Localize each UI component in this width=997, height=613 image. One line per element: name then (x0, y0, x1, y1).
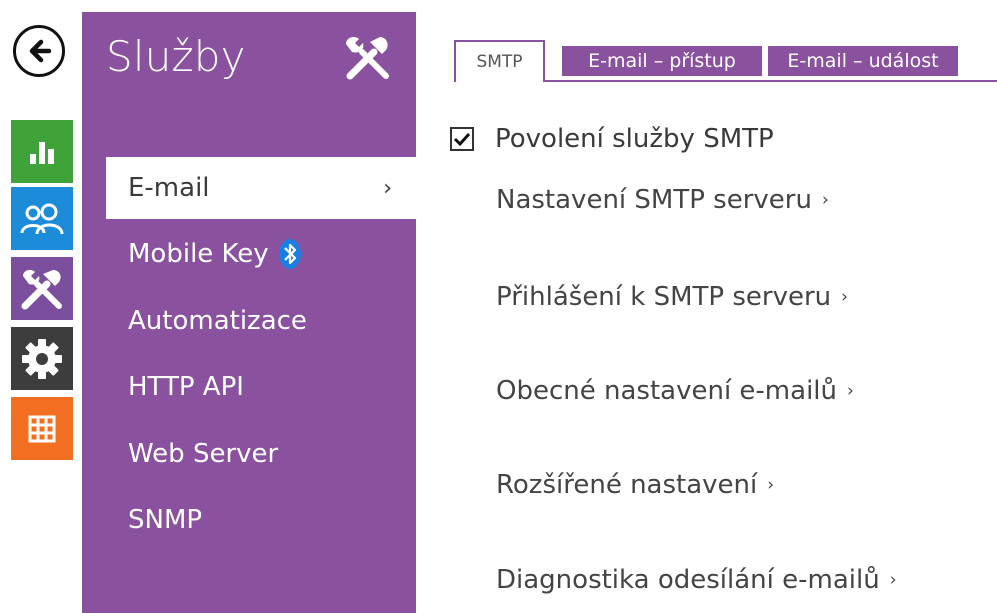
chevron-right-icon: › (847, 381, 854, 401)
section-label: Přihlášení k SMTP serveru (496, 282, 832, 312)
menu-item-mobile-key[interactable]: Mobile Key (82, 223, 416, 285)
status-chart-icon (30, 141, 54, 164)
tab-underline (545, 80, 997, 82)
menu-item-label: SNMP (128, 505, 203, 535)
chevron-right-icon: › (767, 475, 775, 495)
section-general-email[interactable]: Obecné nastavení e-mailů › (496, 376, 854, 406)
menu-item-label: HTTP API (128, 372, 244, 402)
menu-item-automation[interactable]: Automatizace (82, 290, 416, 352)
nav-directory-button[interactable] (11, 187, 73, 250)
tools-icon (340, 32, 396, 84)
system-grid-icon (28, 415, 56, 442)
check-icon (453, 132, 471, 147)
menu-item-label: E-mail (128, 173, 210, 203)
directory-users-icon (20, 203, 64, 234)
menu-item-label: Automatizace (128, 306, 307, 336)
section-label: Rozšířené nastavení (496, 470, 758, 500)
menu-item-email[interactable]: E-mail › (106, 157, 416, 219)
tab-email-event[interactable]: E-mail – událost (768, 46, 958, 76)
chevron-right-icon: › (889, 570, 897, 590)
menu-item-http-api[interactable]: HTTP API (82, 356, 416, 418)
chevron-right-icon: › (841, 287, 848, 307)
back-arrow-icon (29, 39, 52, 63)
back-button[interactable] (13, 25, 65, 77)
bluetooth-icon (278, 239, 301, 269)
menu-item-label: Web Server (128, 439, 279, 469)
enable-smtp-label: Povolení služby SMTP (495, 124, 774, 154)
tab-email-access[interactable]: E-mail – přístup (562, 46, 762, 76)
enable-smtp-row[interactable]: Povolení služby SMTP (450, 124, 774, 154)
menu-title: Služby (106, 32, 246, 81)
section-smtp-server[interactable]: Nastavení SMTP serveru › (496, 185, 829, 215)
services-menu: Služby E-mail › Mobile Key Automatizace … (82, 12, 416, 613)
section-advanced[interactable]: Rozšířené nastavení › (496, 470, 774, 500)
nav-services-button[interactable] (11, 257, 73, 320)
chevron-right-icon: › (383, 175, 392, 201)
section-email-diagnostics[interactable]: Diagnostika odesílání e-mailů › (496, 565, 897, 595)
nav-hardware-button[interactable] (11, 327, 73, 390)
section-label: Nastavení SMTP serveru (496, 185, 812, 215)
section-label: Diagnostika odesílání e-mailů (496, 565, 880, 595)
hardware-gear-icon (22, 338, 62, 379)
menu-item-snmp[interactable]: SNMP (82, 489, 416, 551)
menu-item-web-server[interactable]: Web Server (82, 423, 416, 485)
tab-smtp[interactable]: SMTP (454, 40, 545, 82)
nav-status-button[interactable] (11, 120, 73, 183)
nav-system-button[interactable] (11, 397, 73, 460)
tab-bar: SMTP E-mail – přístup E-mail – událost (450, 40, 997, 82)
menu-item-label: Mobile Key (128, 239, 269, 269)
enable-smtp-checkbox[interactable] (450, 127, 474, 151)
chevron-right-icon: › (821, 190, 829, 210)
section-label: Obecné nastavení e-mailů (496, 376, 837, 406)
icon-rail (0, 0, 82, 613)
section-smtp-login[interactable]: Přihlášení k SMTP serveru › (496, 282, 848, 312)
services-tools-icon (21, 269, 62, 309)
